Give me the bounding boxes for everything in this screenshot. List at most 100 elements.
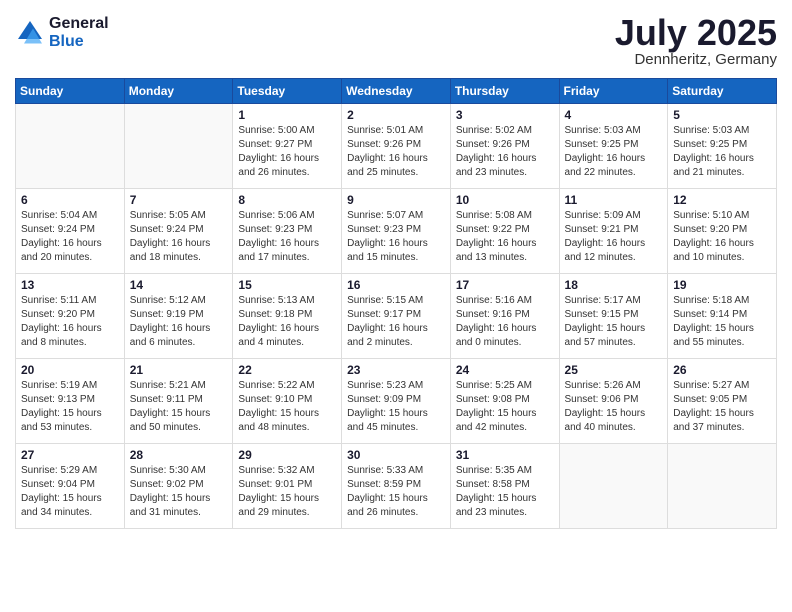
day-number: 22 bbox=[238, 363, 336, 377]
title-block: July 2025 Dennheritz, Germany bbox=[615, 15, 777, 68]
calendar-day-cell: 22Sunrise: 5:22 AM Sunset: 9:10 PM Dayli… bbox=[233, 359, 342, 444]
calendar-day-cell: 18Sunrise: 5:17 AM Sunset: 9:15 PM Dayli… bbox=[559, 274, 668, 359]
calendar-week-row: 27 Sunrise: 5:29 AM Sunset: 9:04 PM Dayli… bbox=[16, 444, 777, 529]
calendar-day-cell: 29Sunrise: 5:32 AM Sunset: 9:01 PM Dayli… bbox=[233, 444, 342, 529]
day-number: 4 bbox=[565, 108, 663, 122]
logo: General Blue bbox=[15, 15, 109, 51]
day-info: Sunrise: 5:12 AM Sunset: 9:19 PM Dayligh… bbox=[130, 294, 228, 350]
day-info: Sunrise: 5:05 AM Sunset: 9:24 PM Dayligh… bbox=[130, 209, 228, 265]
calendar-header-row: SundayMondayTuesdayWednesdayThursdayFrid… bbox=[16, 79, 777, 104]
day-info: Sunrise: 5:29 AM Sunset: 9:04 PM Dayligh… bbox=[21, 464, 119, 520]
day-info: Sunrise: 5:07 AM Sunset: 9:23 PM Dayligh… bbox=[347, 209, 445, 265]
calendar-day-cell: 23 Sunrise: 5:23 AM Sunset: 9:09 PM Dayli… bbox=[342, 359, 451, 444]
day-info: Sunrise: 5:17 AM Sunset: 9:15 PM Dayligh… bbox=[565, 294, 663, 350]
calendar-day-cell: 12 Sunrise: 5:10 AM Sunset: 9:20 PM Dayli… bbox=[668, 189, 777, 274]
month-title: July 2025 bbox=[615, 15, 777, 51]
day-number: 5 bbox=[673, 108, 771, 122]
day-number: 13 bbox=[21, 278, 119, 292]
day-number: 11 bbox=[565, 193, 663, 207]
calendar-day-cell: 6Sunrise: 5:04 AM Sunset: 9:24 PM Daylig… bbox=[16, 189, 125, 274]
calendar-day-cell: 4 Sunrise: 5:03 AM Sunset: 9:25 PM Daylig… bbox=[559, 104, 668, 189]
day-info: Sunrise: 5:13 AM Sunset: 9:18 PM Dayligh… bbox=[238, 294, 336, 350]
day-info: Sunrise: 5:00 AM Sunset: 9:27 PM Dayligh… bbox=[238, 124, 336, 180]
day-number: 8 bbox=[238, 193, 336, 207]
day-number: 19 bbox=[673, 278, 771, 292]
calendar-week-row: 1 Sunrise: 5:00 AM Sunset: 9:27 PM Daylig… bbox=[16, 104, 777, 189]
day-info: Sunrise: 5:35 AM Sunset: 8:58 PM Dayligh… bbox=[456, 464, 554, 520]
calendar-table: SundayMondayTuesdayWednesdayThursdayFrid… bbox=[15, 78, 777, 529]
day-info: Sunrise: 5:33 AM Sunset: 8:59 PM Dayligh… bbox=[347, 464, 445, 520]
calendar-day-cell: 3 Sunrise: 5:02 AM Sunset: 9:26 PM Daylig… bbox=[450, 104, 559, 189]
day-number: 12 bbox=[673, 193, 771, 207]
page-header: General Blue July 2025 Dennheritz, Germa… bbox=[15, 15, 777, 68]
logo-icon bbox=[15, 18, 45, 48]
calendar-day-cell: 15 Sunrise: 5:13 AM Sunset: 9:18 PM Dayli… bbox=[233, 274, 342, 359]
day-info: Sunrise: 5:23 AM Sunset: 9:09 PM Dayligh… bbox=[347, 379, 445, 435]
day-number: 10 bbox=[456, 193, 554, 207]
day-number: 17 bbox=[456, 278, 554, 292]
calendar-day-cell: 8Sunrise: 5:06 AM Sunset: 9:23 PM Daylig… bbox=[233, 189, 342, 274]
day-of-week-header: Wednesday bbox=[342, 79, 451, 104]
day-info: Sunrise: 5:10 AM Sunset: 9:20 PM Dayligh… bbox=[673, 209, 771, 265]
calendar-day-cell bbox=[559, 444, 668, 529]
day-info: Sunrise: 5:19 AM Sunset: 9:13 PM Dayligh… bbox=[21, 379, 119, 435]
calendar-day-cell: 31 Sunrise: 5:35 AM Sunset: 8:58 PM Dayli… bbox=[450, 444, 559, 529]
day-number: 16 bbox=[347, 278, 445, 292]
day-info: Sunrise: 5:04 AM Sunset: 9:24 PM Dayligh… bbox=[21, 209, 119, 265]
calendar-day-cell: 7 Sunrise: 5:05 AM Sunset: 9:24 PM Daylig… bbox=[124, 189, 233, 274]
day-number: 1 bbox=[238, 108, 336, 122]
day-of-week-header: Thursday bbox=[450, 79, 559, 104]
day-number: 25 bbox=[565, 363, 663, 377]
day-of-week-header: Sunday bbox=[16, 79, 125, 104]
day-info: Sunrise: 5:21 AM Sunset: 9:11 PM Dayligh… bbox=[130, 379, 228, 435]
calendar-week-row: 6Sunrise: 5:04 AM Sunset: 9:24 PM Daylig… bbox=[16, 189, 777, 274]
day-of-week-header: Tuesday bbox=[233, 79, 342, 104]
day-info: Sunrise: 5:02 AM Sunset: 9:26 PM Dayligh… bbox=[456, 124, 554, 180]
calendar-day-cell: 11Sunrise: 5:09 AM Sunset: 9:21 PM Dayli… bbox=[559, 189, 668, 274]
day-info: Sunrise: 5:15 AM Sunset: 9:17 PM Dayligh… bbox=[347, 294, 445, 350]
calendar-day-cell: 16 Sunrise: 5:15 AM Sunset: 9:17 PM Dayli… bbox=[342, 274, 451, 359]
calendar-day-cell: 1 Sunrise: 5:00 AM Sunset: 9:27 PM Daylig… bbox=[233, 104, 342, 189]
calendar-day-cell: 14 Sunrise: 5:12 AM Sunset: 9:19 PM Dayli… bbox=[124, 274, 233, 359]
day-number: 27 bbox=[21, 448, 119, 462]
calendar-day-cell: 9 Sunrise: 5:07 AM Sunset: 9:23 PM Daylig… bbox=[342, 189, 451, 274]
location: Dennheritz, Germany bbox=[615, 51, 777, 68]
day-number: 14 bbox=[130, 278, 228, 292]
day-number: 29 bbox=[238, 448, 336, 462]
calendar-day-cell: 2Sunrise: 5:01 AM Sunset: 9:26 PM Daylig… bbox=[342, 104, 451, 189]
calendar-day-cell: 10 Sunrise: 5:08 AM Sunset: 9:22 PM Dayli… bbox=[450, 189, 559, 274]
day-of-week-header: Monday bbox=[124, 79, 233, 104]
calendar-day-cell: 20Sunrise: 5:19 AM Sunset: 9:13 PM Dayli… bbox=[16, 359, 125, 444]
logo-text: General Blue bbox=[49, 15, 109, 51]
day-of-week-header: Friday bbox=[559, 79, 668, 104]
calendar-day-cell: 25 Sunrise: 5:26 AM Sunset: 9:06 PM Dayli… bbox=[559, 359, 668, 444]
day-number: 21 bbox=[130, 363, 228, 377]
day-info: Sunrise: 5:27 AM Sunset: 9:05 PM Dayligh… bbox=[673, 379, 771, 435]
calendar-day-cell: 21 Sunrise: 5:21 AM Sunset: 9:11 PM Dayli… bbox=[124, 359, 233, 444]
calendar-day-cell: 17 Sunrise: 5:16 AM Sunset: 9:16 PM Dayli… bbox=[450, 274, 559, 359]
day-number: 30 bbox=[347, 448, 445, 462]
calendar-day-cell: 19 Sunrise: 5:18 AM Sunset: 9:14 PM Dayli… bbox=[668, 274, 777, 359]
calendar-day-cell: 26 Sunrise: 5:27 AM Sunset: 9:05 PM Dayli… bbox=[668, 359, 777, 444]
day-number: 3 bbox=[456, 108, 554, 122]
day-number: 26 bbox=[673, 363, 771, 377]
day-number: 28 bbox=[130, 448, 228, 462]
day-number: 2 bbox=[347, 108, 445, 122]
day-number: 7 bbox=[130, 193, 228, 207]
day-info: Sunrise: 5:03 AM Sunset: 9:25 PM Dayligh… bbox=[673, 124, 771, 180]
day-number: 31 bbox=[456, 448, 554, 462]
calendar-day-cell: 30 Sunrise: 5:33 AM Sunset: 8:59 PM Dayli… bbox=[342, 444, 451, 529]
day-info: Sunrise: 5:16 AM Sunset: 9:16 PM Dayligh… bbox=[456, 294, 554, 350]
day-info: Sunrise: 5:25 AM Sunset: 9:08 PM Dayligh… bbox=[456, 379, 554, 435]
day-number: 15 bbox=[238, 278, 336, 292]
day-info: Sunrise: 5:03 AM Sunset: 9:25 PM Dayligh… bbox=[565, 124, 663, 180]
calendar-day-cell bbox=[16, 104, 125, 189]
calendar-week-row: 20Sunrise: 5:19 AM Sunset: 9:13 PM Dayli… bbox=[16, 359, 777, 444]
calendar-week-row: 13 Sunrise: 5:11 AM Sunset: 9:20 PM Dayli… bbox=[16, 274, 777, 359]
day-info: Sunrise: 5:11 AM Sunset: 9:20 PM Dayligh… bbox=[21, 294, 119, 350]
day-info: Sunrise: 5:18 AM Sunset: 9:14 PM Dayligh… bbox=[673, 294, 771, 350]
day-number: 9 bbox=[347, 193, 445, 207]
day-number: 23 bbox=[347, 363, 445, 377]
day-info: Sunrise: 5:26 AM Sunset: 9:06 PM Dayligh… bbox=[565, 379, 663, 435]
day-info: Sunrise: 5:08 AM Sunset: 9:22 PM Dayligh… bbox=[456, 209, 554, 265]
